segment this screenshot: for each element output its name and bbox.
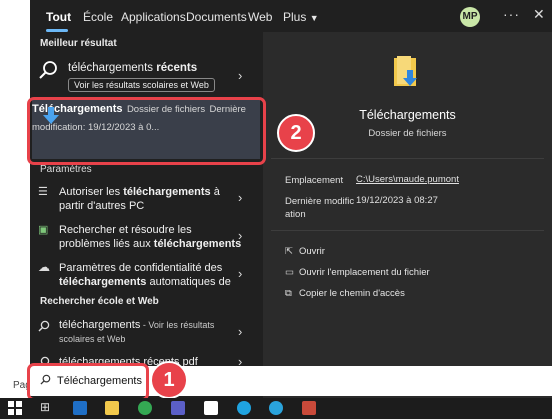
settings-item-privacy-line2-bold: téléchargements xyxy=(59,276,147,288)
web-result-downloads-line2: scolaires et Web xyxy=(59,334,126,344)
close-icon[interactable]: ✕ xyxy=(533,6,545,23)
modified-value: 19/12/2023 à 08:27 xyxy=(356,195,438,206)
web-result-downloads-text: téléchargements - Voir les résultats scol… xyxy=(59,318,214,346)
web-result-downloads[interactable]: téléchargements - Voir les résultats scol… xyxy=(30,316,260,350)
copy-icon: ⧉ xyxy=(285,288,292,299)
chevron-right-icon[interactable]: › xyxy=(238,266,242,281)
settings-item-troubleshoot-line2-plain: problèmes liés aux xyxy=(59,238,154,250)
settings-item-allow-text: Autoriser les téléchargements à partir d'… xyxy=(59,185,220,213)
tab-more-label: Plus xyxy=(283,10,307,24)
action-open-label: Ouvrir xyxy=(299,246,325,257)
chevron-right-icon[interactable]: › xyxy=(238,324,242,339)
action-copy-path-label: Copier le chemin d'accès xyxy=(299,288,405,299)
settings-item-privacy-line1: Paramètres de confidentialité des xyxy=(59,262,223,274)
settings-item-allow-downloads[interactable]: ☰ Autoriser les téléchargements à partir … xyxy=(30,182,260,216)
chevron-right-icon[interactable]: › xyxy=(238,68,242,83)
results-list: Meilleur résultat téléchargements récent… xyxy=(30,32,260,398)
callout-badge-1: 1 xyxy=(150,361,188,399)
search-icon xyxy=(38,60,58,85)
callout-frame-downloads xyxy=(27,97,266,165)
windows-start-icon[interactable] xyxy=(8,401,22,415)
settings-item-allow-line1-bold: téléchargements xyxy=(123,186,211,198)
open-icon: ⇱ xyxy=(285,246,293,257)
list-icon: ☰ xyxy=(38,186,48,198)
callout-frame-search xyxy=(27,363,149,401)
location-label: Emplacement xyxy=(285,175,344,186)
action-open[interactable]: ⇱ Ouvrir xyxy=(285,246,325,257)
divider xyxy=(271,230,544,231)
settings-item-privacy[interactable]: ☁ Paramètres de confidentialité des téléc… xyxy=(30,258,260,292)
task-view-icon[interactable]: ⊞ xyxy=(40,400,50,414)
outlook-icon[interactable] xyxy=(73,401,87,415)
avatar[interactable]: MP xyxy=(460,7,480,27)
taskbar: ⊞ xyxy=(0,398,552,419)
settings-item-troubleshoot[interactable]: ▣ Rechercher et résoudre les problèmes li… xyxy=(30,220,260,254)
tab-more[interactable]: Plus ▼ xyxy=(283,10,319,24)
tab-web[interactable]: Web xyxy=(248,10,272,24)
settings-heading: Paramètres xyxy=(40,164,92,175)
document-icon[interactable] xyxy=(204,401,218,415)
modified-label-line1: Dernière modific xyxy=(285,196,355,207)
result-recent-title: téléchargements récents xyxy=(68,61,197,75)
settings-item-privacy-line2-end: automatiques de xyxy=(146,276,231,288)
teams-icon[interactable] xyxy=(171,401,185,415)
best-match-heading: Meilleur résultat xyxy=(40,38,117,49)
chevron-right-icon[interactable]: › xyxy=(238,190,242,205)
web-search-heading: Rechercher école et Web xyxy=(40,296,159,307)
settings-item-privacy-text: Paramètres de confidentialité des télécha… xyxy=(59,261,231,289)
tab-school[interactable]: École xyxy=(83,10,113,24)
modified-label: Dernière modific ation xyxy=(285,195,354,221)
preview-pane: Téléchargements Dossier de fichiers Empl… xyxy=(263,32,552,398)
background-window xyxy=(0,0,30,398)
folder-icon: ▭ xyxy=(285,267,294,278)
file-explorer-icon[interactable] xyxy=(105,401,119,415)
search-icon xyxy=(38,319,50,337)
action-copy-path[interactable]: ⧉ Copier le chemin d'accès xyxy=(285,288,405,299)
result-recent-title-plain: téléchargements xyxy=(68,62,157,74)
tab-documents[interactable]: Documents xyxy=(186,10,247,24)
web-result-downloads-title: téléchargements xyxy=(59,319,141,331)
telegram-icon[interactable] xyxy=(269,401,283,415)
web-result-downloads-suffix: - Voir les résultats xyxy=(140,320,215,330)
settings-item-troubleshoot-line2-bold: téléchargements xyxy=(153,238,242,250)
tab-all[interactable]: Tout xyxy=(46,10,71,24)
chrome-icon[interactable] xyxy=(138,401,152,415)
action-open-location[interactable]: ▭ Ouvrir l'emplacement du fichier xyxy=(285,267,430,278)
tab-apps[interactable]: Applications xyxy=(121,10,186,24)
chevron-right-icon[interactable]: › xyxy=(238,228,242,243)
app-icon[interactable] xyxy=(302,401,316,415)
location-link[interactable]: C:\Users\maude.pumont xyxy=(356,174,459,185)
settings-item-allow-line2: partir d'autres PC xyxy=(59,200,145,212)
chevron-down-icon: ▼ xyxy=(309,13,319,23)
settings-item-troubleshoot-text: Rechercher et résoudre les problèmes liés… xyxy=(59,223,241,251)
modified-label-line2: ation xyxy=(285,209,306,220)
settings-item-troubleshoot-line1: Rechercher et résoudre les xyxy=(59,224,192,236)
result-recent-title-bold: récents xyxy=(156,62,198,74)
folder-download-icon xyxy=(392,54,422,93)
settings-item-allow-line1-plain: Autoriser les xyxy=(59,186,124,198)
callout-badge-2: 2 xyxy=(277,114,315,152)
divider xyxy=(271,158,544,159)
cloud-icon: ☁ xyxy=(38,260,50,274)
action-open-location-label: Ouvrir l'emplacement du fichier xyxy=(299,267,430,278)
filter-tabs: Tout École Applications Documents Web Pl… xyxy=(30,0,552,32)
search-panel: Tout École Applications Documents Web Pl… xyxy=(30,0,552,398)
troubleshoot-icon: ▣ xyxy=(38,224,49,236)
school-web-results-pill[interactable]: Voir les résultats scolaires et Web xyxy=(68,78,215,92)
edge-icon[interactable] xyxy=(237,401,251,415)
more-options-icon[interactable]: ··· xyxy=(503,6,520,22)
settings-item-allow-line1-end: à xyxy=(210,186,220,198)
